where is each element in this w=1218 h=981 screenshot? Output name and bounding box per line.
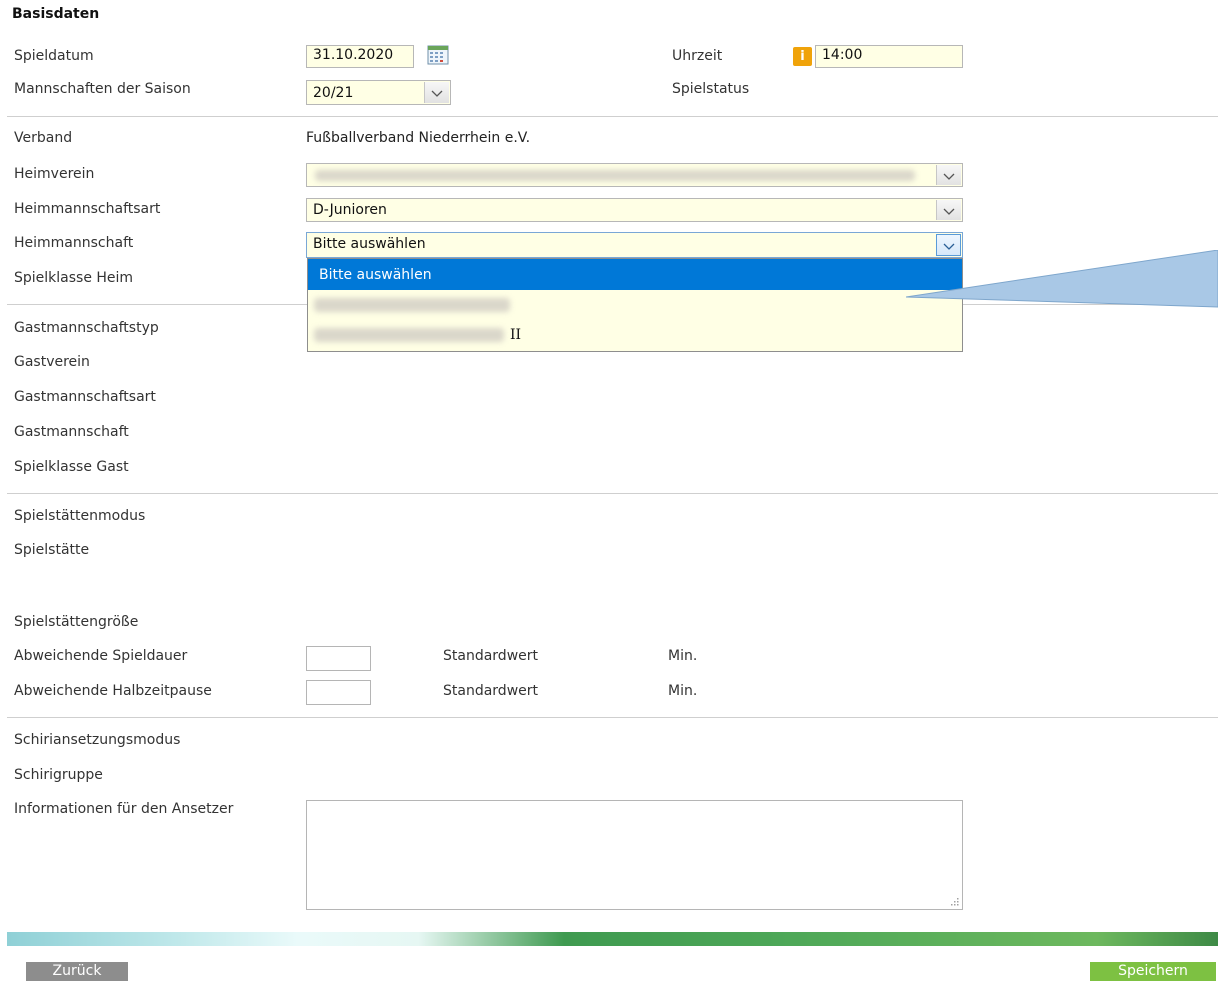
footer-gradient-bar	[7, 932, 1218, 946]
label-abweichende-halbzeitpause: Abweichende Halbzeitpause	[14, 683, 212, 699]
label-spielklasse-gast: Spielklasse Gast	[14, 459, 129, 475]
verband-value: Fußballverband Niederrhein e.V.	[306, 130, 531, 146]
heimmannschaftsart-value: D-Junioren	[313, 202, 387, 218]
label-gastmannschaft: Gastmannschaft	[14, 424, 129, 440]
label-spielklasse-heim: Spielklasse Heim	[14, 270, 134, 286]
spieldauer-unit: Min.	[668, 648, 698, 664]
save-button[interactable]: Speichern	[1090, 962, 1216, 981]
calendar-icon[interactable]	[427, 45, 449, 65]
divider	[7, 493, 1218, 494]
halbzeitpause-input[interactable]	[306, 680, 371, 705]
label-heimmannschaft: Heimmannschaft	[14, 235, 134, 251]
divider	[7, 717, 1218, 718]
saison-select[interactable]: 20/21	[306, 80, 451, 105]
dropdown-option-label: II	[510, 327, 522, 343]
label-informationen-ansetzer: Informationen für den Ansetzer	[14, 801, 234, 817]
label-schiriansetzungsmodus: Schiriansetzungsmodus	[14, 732, 181, 748]
label-spielstatus: Spielstatus	[672, 81, 750, 97]
heimmannschaft-value: Bitte auswählen	[313, 236, 426, 252]
label-heimverein: Heimverein	[14, 166, 95, 182]
heimmannschaft-dropdown-list: Bitte auswählen II	[307, 258, 963, 352]
heimmannschaft-select[interactable]: Bitte auswählen	[306, 232, 963, 258]
callout-shape	[906, 250, 1218, 308]
spieldauer-input[interactable]	[306, 646, 371, 671]
label-spielstaettenmodus: Spielstättenmodus	[14, 508, 146, 524]
informationen-textarea[interactable]	[306, 800, 963, 910]
label-gastmannschaftstyp: Gastmannschaftstyp	[14, 320, 159, 336]
label-uhrzeit: Uhrzeit	[672, 48, 723, 64]
label-spielstaette: Spielstätte	[14, 542, 90, 558]
section-title: Basisdaten	[12, 6, 100, 22]
halbzeitpause-unit: Min.	[668, 683, 698, 699]
blurred-text	[314, 298, 510, 312]
label-abweichende-spieldauer: Abweichende Spieldauer	[14, 648, 188, 664]
spieldauer-standard-label: Standardwert	[443, 648, 538, 664]
heimmannschaftsart-select[interactable]: D-Junioren	[306, 198, 963, 222]
uhrzeit-input[interactable]: 14:00	[815, 45, 963, 68]
blurred-text	[315, 170, 915, 181]
back-button[interactable]: Zurück	[26, 962, 128, 981]
info-icon[interactable]: i	[793, 47, 812, 66]
chevron-down-icon[interactable]	[424, 82, 449, 103]
heimverein-select[interactable]	[306, 163, 963, 187]
dropdown-option-label: Bitte auswählen	[319, 267, 432, 283]
dropdown-option[interactable]: Bitte auswählen	[308, 259, 962, 290]
blurred-text	[314, 328, 504, 342]
spieldatum-input[interactable]: 31.10.2020	[306, 45, 414, 68]
divider	[7, 116, 1218, 117]
label-gastverein: Gastverein	[14, 354, 90, 370]
halbzeitpause-standard-label: Standardwert	[443, 683, 538, 699]
saison-value: 20/21	[313, 85, 354, 101]
label-spielstaettengroesse: Spielstättengröße	[14, 614, 139, 630]
spieldatum-value: 31.10.2020	[313, 47, 394, 63]
label-spieldatum: Spieldatum	[14, 48, 94, 64]
label-mannschaften-saison: Mannschaften der Saison	[14, 81, 191, 97]
dropdown-option[interactable]	[308, 290, 962, 320]
dropdown-option[interactable]: II	[308, 320, 962, 351]
label-verband: Verband	[14, 130, 73, 146]
resize-grip-icon[interactable]	[949, 896, 959, 906]
label-heimmannschaftsart: Heimmannschaftsart	[14, 201, 161, 217]
chevron-down-icon[interactable]	[936, 200, 961, 220]
label-gastmannschaftsart: Gastmannschaftsart	[14, 389, 156, 405]
uhrzeit-value: 14:00	[822, 47, 863, 63]
label-schirigruppe: Schirigruppe	[14, 767, 103, 783]
chevron-down-icon[interactable]	[936, 165, 961, 185]
